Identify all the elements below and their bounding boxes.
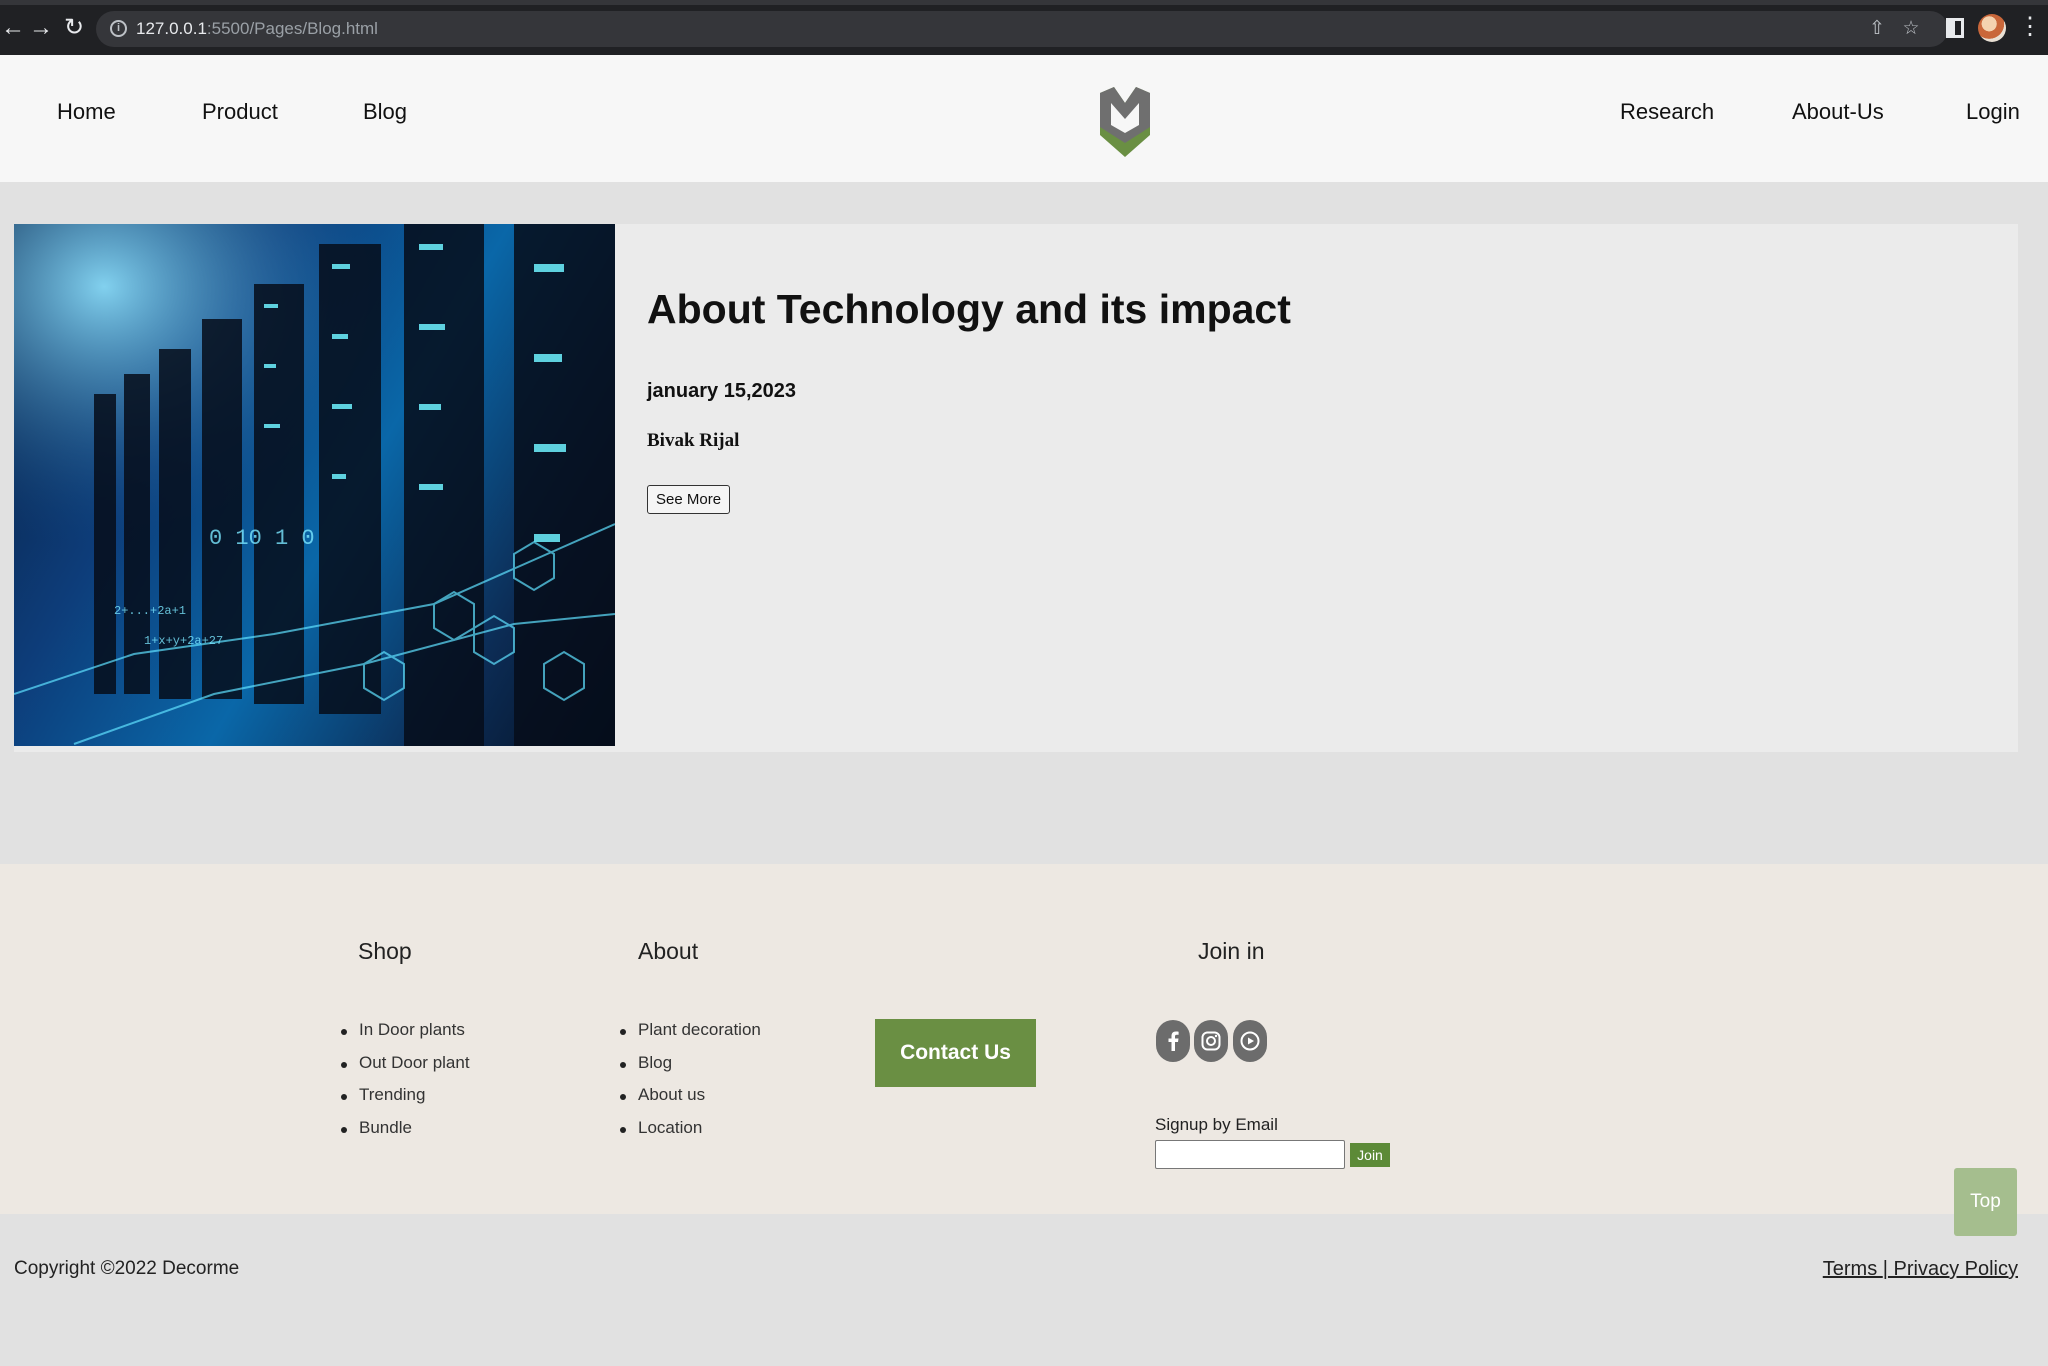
- footer-link-about-us[interactable]: About us: [620, 1085, 761, 1118]
- nav-research[interactable]: Research: [1620, 99, 1714, 125]
- youtube-icon[interactable]: [1233, 1020, 1267, 1062]
- nav-about-us[interactable]: About-Us: [1792, 99, 1884, 125]
- nav-product[interactable]: Product: [202, 99, 278, 125]
- svg-text:1+x+y+2a+27: 1+x+y+2a+27: [144, 634, 223, 648]
- address-bar[interactable]: i 127.0.0.1:5500/Pages/Blog.html ⇧ ☆: [96, 11, 1948, 47]
- facebook-icon[interactable]: [1156, 1020, 1190, 1062]
- footer-link-trending[interactable]: Trending: [341, 1085, 470, 1118]
- nav-home[interactable]: Home: [57, 99, 116, 125]
- footer-link-outdoor-plant[interactable]: Out Door plant: [341, 1053, 470, 1086]
- site-footer: Shop In Door plants Out Door plant Trend…: [0, 864, 2048, 1214]
- footer-link-blog[interactable]: Blog: [620, 1053, 761, 1086]
- nav-login[interactable]: Login: [1966, 99, 2020, 125]
- site-info-icon[interactable]: i: [110, 20, 127, 37]
- footer-about-list: Plant decoration Blog About us Location: [620, 1020, 761, 1151]
- facebook-glyph: [1168, 1031, 1179, 1051]
- legal-links: Terms | Privacy Policy: [1823, 1258, 2018, 1281]
- blog-post-card: 0 10 1 0 2+...+2a+1 1+x+y+2a+27 About Te…: [14, 224, 2018, 752]
- join-button[interactable]: Join: [1350, 1143, 1390, 1167]
- post-date: january 15,2023: [647, 380, 796, 402]
- back-to-top-button[interactable]: Top: [1954, 1168, 2017, 1236]
- share-icon[interactable]: ⇧: [1866, 18, 1888, 40]
- side-panel-icon[interactable]: [1946, 18, 1964, 38]
- footer-join-heading: Join in: [1198, 938, 1265, 964]
- see-more-button[interactable]: See More: [647, 485, 731, 514]
- email-field[interactable]: [1155, 1140, 1345, 1169]
- footer-link-plant-decoration[interactable]: Plant decoration: [620, 1020, 761, 1053]
- terms-link[interactable]: Terms: [1823, 1258, 1883, 1280]
- forward-icon[interactable]: →: [28, 15, 54, 41]
- svg-text:2+...+2a+1: 2+...+2a+1: [114, 604, 186, 618]
- browser-toolbar: ← → ↻ i 127.0.0.1:5500/Pages/Blog.html ⇧…: [0, 0, 2048, 55]
- reload-icon[interactable]: ↻: [61, 15, 87, 41]
- contact-us-button[interactable]: Contact Us: [875, 1019, 1036, 1087]
- footer-link-indoor-plants[interactable]: In Door plants: [341, 1020, 470, 1053]
- privacy-policy-link[interactable]: Privacy Policy: [1888, 1258, 2018, 1280]
- url-path: :5500/Pages/Blog.html: [206, 19, 378, 38]
- footer-shop-list: In Door plants Out Door plant Trending B…: [341, 1020, 470, 1151]
- url-text[interactable]: 127.0.0.1:5500/Pages/Blog.html: [136, 19, 378, 39]
- nav-blog[interactable]: Blog: [363, 99, 407, 125]
- footer-link-bundle[interactable]: Bundle: [341, 1118, 470, 1151]
- youtube-glyph: [1240, 1031, 1260, 1051]
- signup-label: Signup by Email: [1155, 1115, 1278, 1134]
- server-network-illustration: 0 10 1 0 2+...+2a+1 1+x+y+2a+27: [14, 224, 615, 746]
- menu-kebab-icon[interactable]: ⋮: [2018, 13, 2042, 41]
- instagram-glyph: [1201, 1031, 1221, 1051]
- brand-logo[interactable]: [1096, 85, 1154, 159]
- url-host: 127.0.0.1: [136, 19, 207, 38]
- post-title: About Technology and its impact: [647, 286, 1291, 332]
- copyright-text: Copyright ©2022 Decorme: [14, 1258, 240, 1279]
- instagram-icon[interactable]: [1194, 1020, 1228, 1062]
- profile-avatar[interactable]: [1978, 14, 2006, 42]
- back-icon[interactable]: ←: [0, 15, 26, 41]
- svg-text:0 10 1 0: 0 10 1 0: [209, 526, 315, 551]
- footer-about-heading: About: [638, 938, 699, 964]
- star-icon[interactable]: ☆: [1900, 18, 1922, 40]
- post-author: Bivak Rijal: [647, 430, 740, 451]
- footer-shop-heading: Shop: [358, 938, 412, 964]
- tab-strip-edge: [0, 0, 2048, 5]
- footer-link-location[interactable]: Location: [620, 1118, 761, 1151]
- post-image: 0 10 1 0 2+...+2a+1 1+x+y+2a+27: [14, 224, 615, 746]
- site-header: Home Product Blog Research About-Us Logi…: [0, 55, 2048, 182]
